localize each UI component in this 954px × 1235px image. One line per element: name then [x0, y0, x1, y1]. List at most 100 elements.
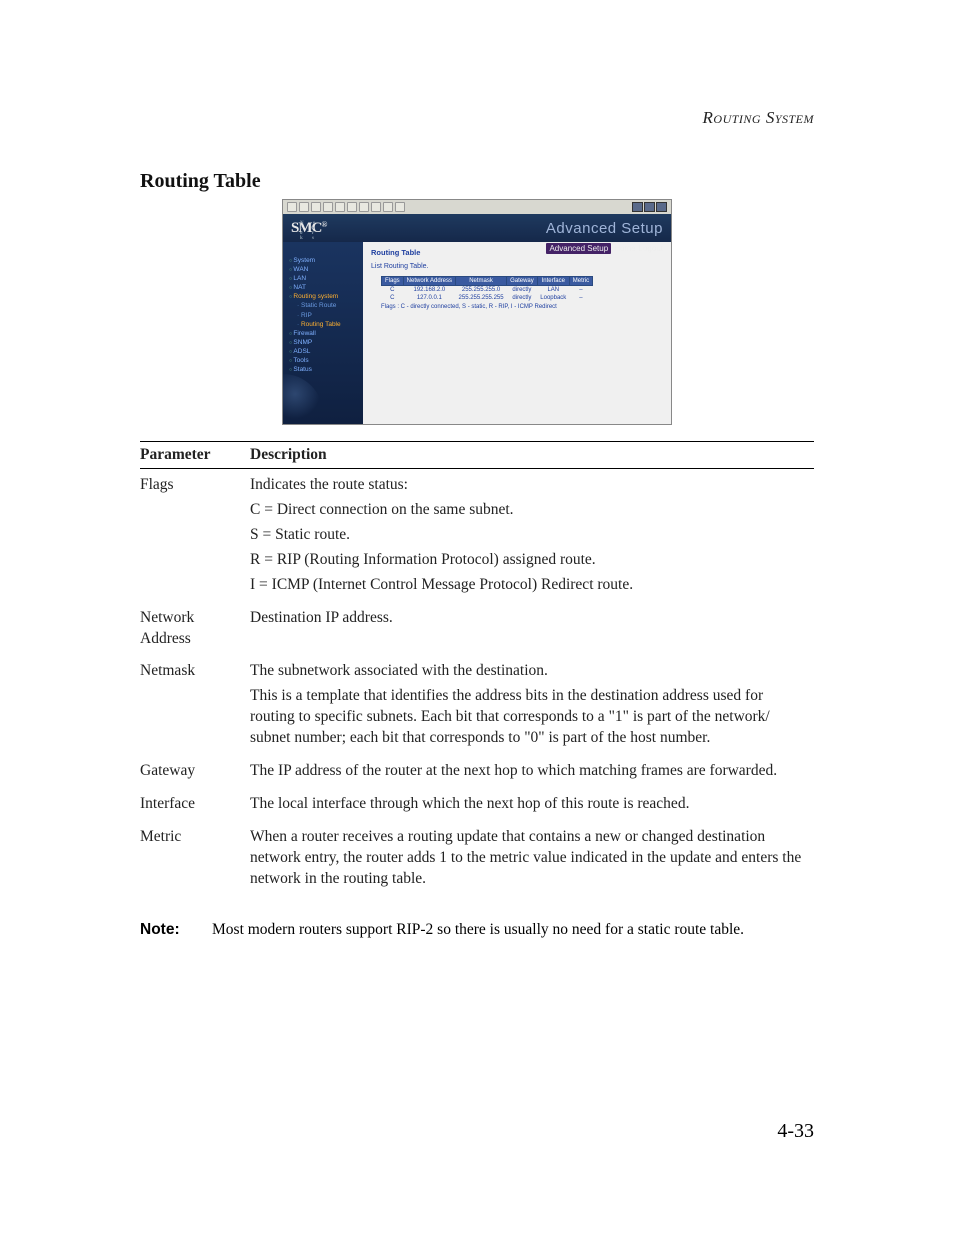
desc-line: R = RIP (Routing Information Protocol) a… [250, 550, 808, 571]
sidebar: SystemWANLANNATRouting systemStatic Rout… [283, 242, 363, 424]
maximize-icon[interactable] [644, 202, 655, 212]
toolbar-refresh-icon[interactable] [323, 202, 333, 212]
param-row: GatewayThe IP address of the router at t… [140, 755, 814, 788]
logout-link[interactable]: Logout [639, 244, 663, 253]
col-parameter: Parameter [140, 442, 250, 469]
param-desc: When a router receives a routing update … [250, 821, 814, 896]
rt-header-flags: Flags [382, 277, 404, 286]
toolbar-fav-icon[interactable] [359, 202, 369, 212]
sidebar-item-rip[interactable]: RIP [289, 311, 359, 320]
screenshot-container: SMC® N e t w o r k s Advanced Setup Adva… [140, 199, 814, 425]
param-row: NetmaskThe subnetwork associated with th… [140, 655, 814, 755]
sidebar-item-status[interactable]: Status [289, 365, 359, 374]
sidebar-item-adsl[interactable]: ADSL [289, 347, 359, 356]
desc-line: C = Direct connection on the same subnet… [250, 500, 808, 521]
toolbar-back-icon[interactable] [287, 202, 297, 212]
header-links: Advanced Setup Home Logout [546, 243, 663, 254]
col-description: Description [250, 442, 814, 469]
param-desc: Indicates the route status:C = Direct co… [250, 469, 814, 602]
note-text: Most modern routers support RIP-2 so the… [212, 918, 744, 941]
toolbar-forward-icon[interactable] [299, 202, 309, 212]
sidebar-item-firewall[interactable]: Firewall [289, 329, 359, 338]
page: Routing System Routing Table [0, 0, 954, 1235]
table-cell: – [569, 294, 592, 302]
param-name: Netmask [140, 655, 250, 755]
home-link[interactable]: Home [614, 244, 635, 253]
param-name: Gateway [140, 755, 250, 788]
desc-line: Destination IP address. [250, 608, 808, 629]
param-row: FlagsIndicates the route status:C = Dire… [140, 469, 814, 602]
minimize-icon[interactable] [632, 202, 643, 212]
param-desc: The IP address of the router at the next… [250, 755, 814, 788]
sidebar-item-routing-table[interactable]: Routing Table [289, 320, 359, 329]
desc-line: The local interface through which the ne… [250, 794, 808, 815]
browser-toolbar [283, 200, 671, 214]
table-cell: directly [507, 294, 538, 302]
rt-header-gateway: Gateway [507, 277, 538, 286]
param-desc: The subnetwork associated with the desti… [250, 655, 814, 755]
table-cell: – [569, 286, 592, 295]
router-screenshot: SMC® N e t w o r k s Advanced Setup Adva… [282, 199, 672, 425]
toolbar-stop-icon[interactable] [311, 202, 321, 212]
desc-line: S = Static route. [250, 525, 808, 546]
param-row: Network AddressDestination IP address. [140, 602, 814, 656]
sidebar-item-static-route[interactable]: Static Route [289, 301, 359, 310]
rt-header-netmask: Netmask [456, 277, 507, 286]
toolbar-print-icon[interactable] [395, 202, 405, 212]
rt-header-metric: Metric [569, 277, 592, 286]
sidebar-item-system[interactable]: System [289, 256, 359, 265]
toolbar-mail-icon[interactable] [383, 202, 393, 212]
parameter-table: Parameter Description FlagsIndicates the… [140, 441, 814, 896]
param-desc: Destination IP address. [250, 602, 814, 656]
param-name: Interface [140, 788, 250, 821]
app-body: SystemWANLANNATRouting systemStatic Rout… [283, 242, 671, 424]
toolbar-home-icon[interactable] [335, 202, 345, 212]
toolbar-search-icon[interactable] [347, 202, 357, 212]
desc-line: I = ICMP (Internet Control Message Proto… [250, 575, 808, 596]
routing-table: FlagsNetwork AddressNetmaskGatewayInterf… [381, 276, 593, 302]
toolbar-history-icon[interactable] [371, 202, 381, 212]
table-row: C192.168.2.0255.255.255.0directlyLAN– [382, 286, 593, 295]
window-controls [632, 202, 667, 212]
param-row: MetricWhen a router receives a routing u… [140, 821, 814, 896]
running-head: Routing System [703, 108, 814, 128]
sidebar-item-wan[interactable]: WAN [289, 265, 359, 274]
table-cell: 127.0.0.1 [403, 294, 455, 302]
sidebar-item-snmp[interactable]: SNMP [289, 338, 359, 347]
rt-header-network-address: Network Address [403, 277, 455, 286]
sidebar-decoration [283, 374, 323, 424]
brand-logo: SMC® N e t w o r k s [291, 220, 326, 237]
rt-header-interface: Interface [537, 277, 569, 286]
param-name: Network Address [140, 602, 250, 656]
app-header: SMC® N e t w o r k s Advanced Setup Adva… [283, 214, 671, 242]
sidebar-item-tools[interactable]: Tools [289, 356, 359, 365]
desc-line: The subnetwork associated with the desti… [250, 661, 808, 682]
desc-line: The IP address of the router at the next… [250, 761, 808, 782]
table-cell: 255.255.255.0 [456, 286, 507, 295]
flags-legend: Flags : C - directly connected, S - stat… [381, 304, 663, 310]
sidebar-item-routing-system[interactable]: Routing system [289, 292, 359, 301]
panel-subtitle: List Routing Table. [371, 263, 663, 270]
table-cell: directly [507, 286, 538, 295]
advanced-setup-badge: Advanced Setup [546, 243, 611, 254]
desc-line: This is a template that identifies the a… [250, 686, 808, 749]
table-cell: 255.255.255.255 [456, 294, 507, 302]
desc-line: When a router receives a routing update … [250, 827, 808, 890]
banner-title: Advanced Setup [546, 220, 663, 237]
param-row: InterfaceThe local interface through whi… [140, 788, 814, 821]
table-cell: Loopback [537, 294, 569, 302]
section-title: Routing Table [140, 170, 814, 193]
param-name: Flags [140, 469, 250, 602]
note-block: Note: Most modern routers support RIP-2 … [140, 918, 814, 941]
note-label: Note: [140, 918, 212, 941]
table-cell: LAN [537, 286, 569, 295]
param-desc: The local interface through which the ne… [250, 788, 814, 821]
main-panel: Routing Table List Routing Table. FlagsN… [363, 242, 671, 424]
table-cell: C [382, 294, 404, 302]
param-name: Metric [140, 821, 250, 896]
table-cell: C [382, 286, 404, 295]
sidebar-item-nat[interactable]: NAT [289, 283, 359, 292]
logo-subtext: N e t w o r k s [300, 221, 326, 241]
sidebar-item-lan[interactable]: LAN [289, 274, 359, 283]
close-icon[interactable] [656, 202, 667, 212]
